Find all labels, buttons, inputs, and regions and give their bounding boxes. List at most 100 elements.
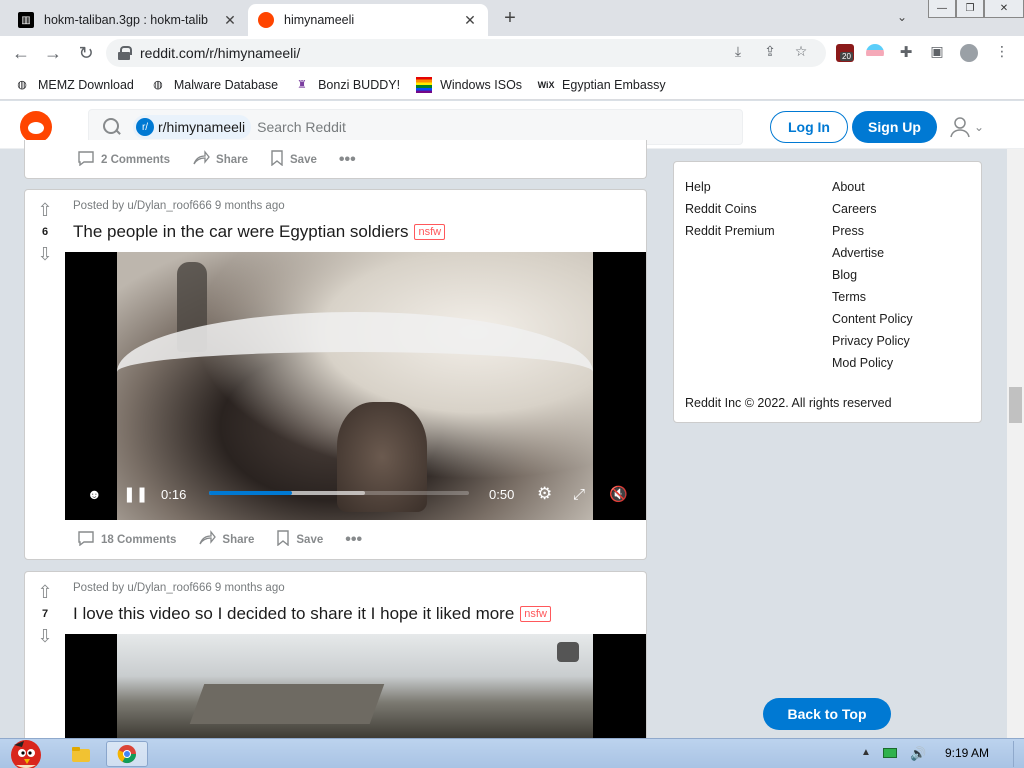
side-panel-icon[interactable]: ▣: [928, 43, 946, 61]
post-meta[interactable]: Posted by u/Dylan_roof666 9 months ago: [73, 200, 285, 212]
windows-flag-icon: [416, 76, 433, 93]
footer-link-press[interactable]: Press: [832, 220, 913, 242]
close-tab-icon[interactable]: ✕: [462, 12, 478, 29]
comments-label: 18 Comments: [101, 533, 177, 546]
save-button[interactable]: Save: [270, 150, 317, 169]
address-bar[interactable]: reddit.com/r/himynameeli/: [106, 39, 826, 67]
share-icon[interactable]: ⇪: [761, 43, 779, 61]
close-window-button[interactable]: ✕: [984, 0, 1024, 18]
tray-chevron-up-icon[interactable]: ▲: [861, 747, 871, 758]
install-icon[interactable]: ⤓: [729, 43, 747, 61]
reload-button[interactable]: ↻: [75, 42, 97, 64]
post-card[interactable]: ⇧ 7 ⇩ Posted by u/Dylan_roof666 9 months…: [24, 571, 647, 739]
footer-link-advertise[interactable]: Advertise: [832, 242, 913, 264]
comments-button[interactable]: 18 Comments: [77, 530, 176, 549]
bookmark-windows-isos[interactable]: Windows ISOs: [416, 76, 522, 93]
comments-button[interactable]: 2 Comments: [77, 150, 170, 169]
downvote-icon[interactable]: ⇩: [37, 244, 52, 264]
tab-himynameeli[interactable]: himynameeli ✕: [248, 4, 488, 36]
volume-icon[interactable]: 🔊: [910, 746, 926, 762]
tab-hokm-taliban[interactable]: ▥ hokm-taliban.3gp : hokm-talib ✕: [8, 4, 248, 36]
wix-icon: WiX: [537, 79, 555, 90]
file-explorer-icon[interactable]: [60, 741, 102, 767]
battery-icon[interactable]: [883, 748, 897, 758]
bookmarks-bar: ◍ MEMZ Download ◍ Malware Database ♜ Bon…: [0, 70, 1024, 100]
page-scrollbar[interactable]: [1007, 149, 1024, 738]
pride-extension-icon[interactable]: [866, 44, 884, 62]
bookmark-memz[interactable]: ◍ MEMZ Download: [14, 77, 134, 93]
more-options-icon[interactable]: •••: [345, 531, 362, 549]
footer-link-help[interactable]: Help: [685, 176, 775, 198]
footer-link-blog[interactable]: Blog: [832, 264, 913, 286]
footer-links-col2: About Careers Press Advertise Blog Terms…: [832, 176, 913, 374]
kebab-menu-icon[interactable]: ⋮: [993, 43, 1011, 61]
save-label: Save: [296, 533, 324, 546]
chrome-taskbar-icon[interactable]: [106, 741, 148, 767]
restore-button[interactable]: ❐: [956, 0, 984, 18]
footer-link-privacy-policy[interactable]: Privacy Policy: [832, 330, 913, 352]
close-tab-icon[interactable]: ✕: [222, 12, 238, 29]
video-seek-bar[interactable]: [209, 491, 469, 495]
footer-link-mod-policy[interactable]: Mod Policy: [832, 352, 913, 374]
extension-icon[interactable]: 20: [836, 44, 854, 62]
post-title[interactable]: The people in the car were Egyptian sold…: [73, 222, 446, 242]
signup-button[interactable]: Sign Up: [852, 111, 937, 143]
post-card[interactable]: ⇧ 6 ⇩ Posted by u/Dylan_roof666 9 months…: [24, 189, 647, 560]
upvote-icon[interactable]: ⇧: [37, 582, 52, 602]
tab-search-chevron-icon[interactable]: ⌄: [897, 10, 907, 24]
bookmark-label: MEMZ Download: [38, 77, 134, 92]
more-options-icon[interactable]: •••: [339, 151, 356, 169]
fullscreen-icon[interactable]: ⤢: [573, 486, 585, 503]
save-button[interactable]: Save: [276, 530, 323, 549]
footer-link-careers[interactable]: Careers: [832, 198, 913, 220]
bookmark-icon: [270, 150, 284, 169]
footer-link-terms[interactable]: Terms: [832, 286, 913, 308]
post-title[interactable]: I love this video so I decided to share …: [73, 604, 551, 624]
globe-icon: ◍: [153, 79, 163, 91]
start-button-angry-bird-icon[interactable]: [4, 733, 48, 768]
pause-icon[interactable]: ❚❚: [123, 485, 148, 503]
post-meta[interactable]: Posted by u/Dylan_roof666 9 months ago: [73, 582, 285, 594]
new-tab-button[interactable]: +: [498, 7, 522, 30]
subreddit-chip[interactable]: r/ r/himynameeli: [133, 115, 252, 139]
user-menu-dropdown[interactable]: ⌄: [948, 115, 988, 139]
back-button[interactable]: ←: [10, 42, 32, 64]
footer-link-about[interactable]: About: [832, 176, 913, 198]
show-desktop-button[interactable]: [1013, 741, 1023, 767]
profile-avatar[interactable]: [960, 44, 978, 62]
water-tower: [557, 642, 579, 662]
scrollbar-thumb[interactable]: [1009, 387, 1022, 423]
reddit-logo-icon[interactable]: [20, 111, 52, 143]
login-button[interactable]: Log In: [770, 111, 848, 143]
forward-button[interactable]: →: [42, 42, 64, 64]
search-placeholder: Search Reddit: [257, 119, 346, 135]
tab-strip: ▥ hokm-taliban.3gp : hokm-talib ✕ himyna…: [0, 0, 1024, 36]
footer-link-content-policy[interactable]: Content Policy: [832, 308, 913, 330]
share-label: Share: [222, 533, 255, 546]
back-to-top-button[interactable]: Back to Top: [763, 698, 891, 730]
vote-count: 6: [41, 226, 49, 238]
share-label: Share: [216, 153, 248, 166]
video-player[interactable]: ☻ ❚❚ 0:16 0:50 ⚙ ⤢ 🔇: [65, 252, 646, 520]
share-button[interactable]: Share: [198, 530, 254, 549]
footer-link-reddit-coins[interactable]: Reddit Coins: [685, 198, 775, 220]
comment-icon: [77, 530, 95, 549]
vote-column: ⇧ 6 ⇩: [25, 190, 65, 264]
bookmark-star-icon[interactable]: ☆: [792, 43, 810, 61]
settings-gear-icon[interactable]: ⚙: [537, 484, 552, 504]
footer-link-reddit-premium[interactable]: Reddit Premium: [685, 220, 775, 242]
upvote-icon[interactable]: ⇧: [37, 200, 52, 220]
share-button[interactable]: Share: [192, 150, 248, 169]
bookmark-bonzi-buddy[interactable]: ♜ Bonzi BUDDY!: [294, 77, 400, 93]
minimize-button[interactable]: —: [928, 0, 956, 18]
system-clock[interactable]: 9:19 AM: [945, 746, 989, 760]
reddit-snoo-icon[interactable]: ☻: [87, 486, 102, 502]
search-icon: [101, 117, 121, 137]
bookmark-label: Egyptian Embassy: [562, 77, 666, 92]
video-player[interactable]: [65, 634, 646, 739]
mute-icon[interactable]: 🔇: [609, 485, 628, 503]
downvote-icon[interactable]: ⇩: [37, 626, 52, 646]
bookmark-egyptian-embassy[interactable]: WiX Egyptian Embassy: [538, 77, 666, 93]
bookmark-malware-database[interactable]: ◍ Malware Database: [150, 77, 278, 93]
extensions-puzzle-icon[interactable]: ✚: [897, 43, 915, 61]
